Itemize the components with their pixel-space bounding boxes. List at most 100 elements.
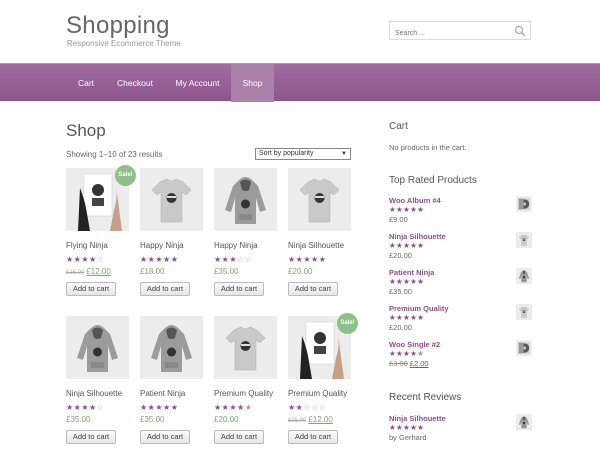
review-product-name[interactable]: Ninja Silhouette (389, 414, 534, 423)
product-price: £35.00 (140, 415, 204, 424)
nav-my-account[interactable]: My Account (164, 64, 231, 102)
product-thumbnail[interactable] (516, 340, 532, 356)
star-rating: ★★★★☆ (66, 403, 105, 412)
product-name[interactable]: Happy Ninja (214, 241, 278, 250)
site-title[interactable]: Shopping (66, 12, 170, 40)
price-value: £18.00 (140, 267, 165, 276)
nav-cart[interactable]: Cart (66, 64, 106, 102)
product-image[interactable] (66, 316, 129, 379)
top-rated-item[interactable]: Woo Album #4 ★★★★★ £9.00 (389, 196, 534, 224)
top-rated-name[interactable]: Patient Ninja (389, 268, 534, 277)
orderby-select[interactable]: Sort by popularity ▼ (255, 148, 351, 160)
search-icon[interactable] (514, 25, 526, 37)
add-to-cart-button[interactable]: Add to cart (288, 282, 338, 296)
add-to-cart-button[interactable]: Add to cart (214, 430, 264, 444)
old-price: £15.00 (288, 418, 307, 424)
sale-price: £12.00 (86, 267, 111, 276)
product-card[interactable]: Happy Ninja ★★★☆☆ £35.00 Add to cart (214, 168, 278, 296)
price-value: £35.00 (389, 287, 412, 296)
product-card[interactable]: Sale! Premium Quality ★★☆☆☆ £15.00 £12.00 Add… (288, 313, 358, 444)
sale-price: £12.00 (308, 415, 333, 424)
price-value: £20.00 (389, 251, 412, 260)
product-name[interactable]: Happy Ninja (140, 241, 204, 250)
price-value: £20.00 (214, 415, 239, 424)
review-item[interactable]: Ninja Silhouette ★★★★★ by Gerhard (389, 414, 534, 442)
star-rating: ★★★☆☆ (214, 255, 253, 264)
star-rating: ★★★★★ (140, 255, 179, 264)
add-to-cart-button[interactable]: Add to cart (288, 430, 338, 444)
page-title: Shop (66, 121, 106, 140)
chevron-down-icon: ▼ (341, 151, 347, 157)
product-price: £20.00 (214, 415, 278, 424)
product-price: £18.00 (140, 267, 204, 276)
star-rating: ★★★★★ (140, 403, 179, 412)
result-count: Showing 1–10 of 23 results (66, 150, 163, 159)
star-rating: ★★★★☆ (66, 255, 105, 264)
product-name[interactable]: Flying Ninja (66, 241, 130, 250)
top-rated-title: Top Rated Products (389, 175, 477, 186)
product-card[interactable]: Ninja Silhouette ★★★★☆ £35.00 Add to cart (66, 316, 130, 444)
star-rating: ★★★★★ (389, 205, 425, 214)
product-thumbnail[interactable] (516, 304, 532, 320)
sale-price: £2.00 (409, 359, 429, 368)
top-rated-name[interactable]: Woo Album #4 (389, 196, 534, 205)
product-image[interactable] (288, 168, 351, 231)
product-thumbnail[interactable] (516, 196, 532, 212)
add-to-cart-button[interactable]: Add to cart (140, 430, 190, 444)
star-rating: ★★☆☆☆ (288, 403, 327, 412)
top-rated-item[interactable]: Premium Quality ★★★★★ £20.00 (389, 304, 534, 332)
product-thumbnail[interactable] (516, 268, 532, 284)
top-rated-price: £20.00 (389, 251, 534, 260)
product-price: £35.00 (66, 415, 130, 424)
product-name[interactable]: Premium Quality (214, 389, 278, 398)
product-price: £15.00 £12.00 (66, 267, 130, 276)
price-value: £9.00 (389, 215, 408, 224)
nav-checkout[interactable]: Checkout (106, 64, 164, 102)
nav-shop[interactable]: Shop (231, 64, 274, 102)
price-value: £35.00 (140, 415, 165, 424)
add-to-cart-button[interactable]: Add to cart (140, 282, 190, 296)
old-price: £3.00 (389, 359, 408, 368)
product-thumbnail[interactable] (516, 232, 532, 248)
search-box (389, 21, 531, 42)
top-rated-item[interactable]: Ninja Silhouette ★★★★★ £20.00 (389, 232, 534, 260)
product-card[interactable]: Ninja Silhouette ★★★★★ £20.00 Add to cart (288, 168, 352, 296)
product-price: £35.00 (214, 267, 278, 276)
product-card[interactable]: Premium Quality ★★★★★ £20.00 Add to cart (214, 316, 278, 444)
product-image[interactable] (214, 168, 277, 231)
top-rated-item[interactable]: Patient Ninja ★★★★★ £35.00 (389, 268, 534, 296)
product-card[interactable]: Sale! Flying Ninja ★★★★☆ £15.00 £12.00 Add to… (66, 165, 136, 296)
star-rating: ★★★★★ (389, 349, 425, 358)
product-name[interactable]: Premium Quality (288, 389, 352, 398)
main-navigation: Cart Checkout My Account Shop (0, 63, 600, 102)
product-card[interactable]: Happy Ninja ★★★★★ £18.00 Add to cart (140, 168, 204, 296)
sale-badge: Sale! (337, 313, 358, 334)
product-price: £20.00 (288, 267, 352, 276)
product-name[interactable]: Ninja Silhouette (66, 389, 130, 398)
add-to-cart-button[interactable]: Add to cart (66, 430, 116, 444)
old-price: £15.00 (66, 270, 85, 276)
top-rated-name[interactable]: Premium Quality (389, 304, 534, 313)
recent-reviews-title: Recent Reviews (389, 392, 462, 403)
product-image[interactable] (140, 168, 203, 231)
product-image[interactable] (214, 316, 277, 379)
add-to-cart-button[interactable]: Add to cart (214, 282, 264, 296)
product-card[interactable]: Patient Ninja ★★★★★ £35.00 Add to cart (140, 316, 204, 444)
product-price: £15.00 £12.00 (288, 415, 352, 424)
top-rated-name[interactable]: Woo Single #2 (389, 340, 534, 349)
product-image[interactable] (140, 316, 203, 379)
search-input[interactable] (390, 25, 508, 42)
product-name[interactable]: Ninja Silhouette (288, 241, 352, 250)
top-rated-name[interactable]: Ninja Silhouette (389, 232, 534, 241)
price-value: £35.00 (66, 415, 91, 424)
star-rating: ★★★★★ (389, 313, 425, 322)
cart-widget-title: Cart (389, 121, 408, 132)
top-rated-item[interactable]: Woo Single #2 ★★★★★ £3.00 £2.00 (389, 340, 534, 368)
add-to-cart-button[interactable]: Add to cart (66, 282, 116, 296)
product-thumbnail[interactable] (516, 414, 532, 430)
top-rated-price: £9.00 (389, 215, 534, 224)
top-rated-price: £3.00 £2.00 (389, 359, 534, 368)
orderby-value: Sort by popularity (259, 150, 314, 157)
price-value: £35.00 (214, 267, 239, 276)
product-name[interactable]: Patient Ninja (140, 389, 204, 398)
